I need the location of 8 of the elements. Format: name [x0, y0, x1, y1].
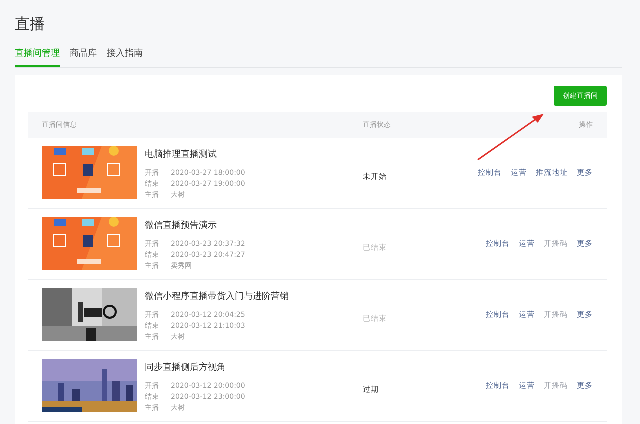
- live-title: 电脑推理直播测试: [145, 148, 218, 160]
- tab[interactable]: 商品库: [70, 44, 97, 67]
- tab[interactable]: 接入指南: [107, 44, 143, 67]
- live-title: 微信直播预告演示: [145, 220, 218, 232]
- page-title: 直播: [15, 15, 46, 34]
- live-title: 微信小程序直播带货入门与进阶营销: [145, 290, 289, 302]
- annotation-arrow: [476, 112, 546, 162]
- live-title: 同步直播侧后方视角: [145, 362, 227, 374]
